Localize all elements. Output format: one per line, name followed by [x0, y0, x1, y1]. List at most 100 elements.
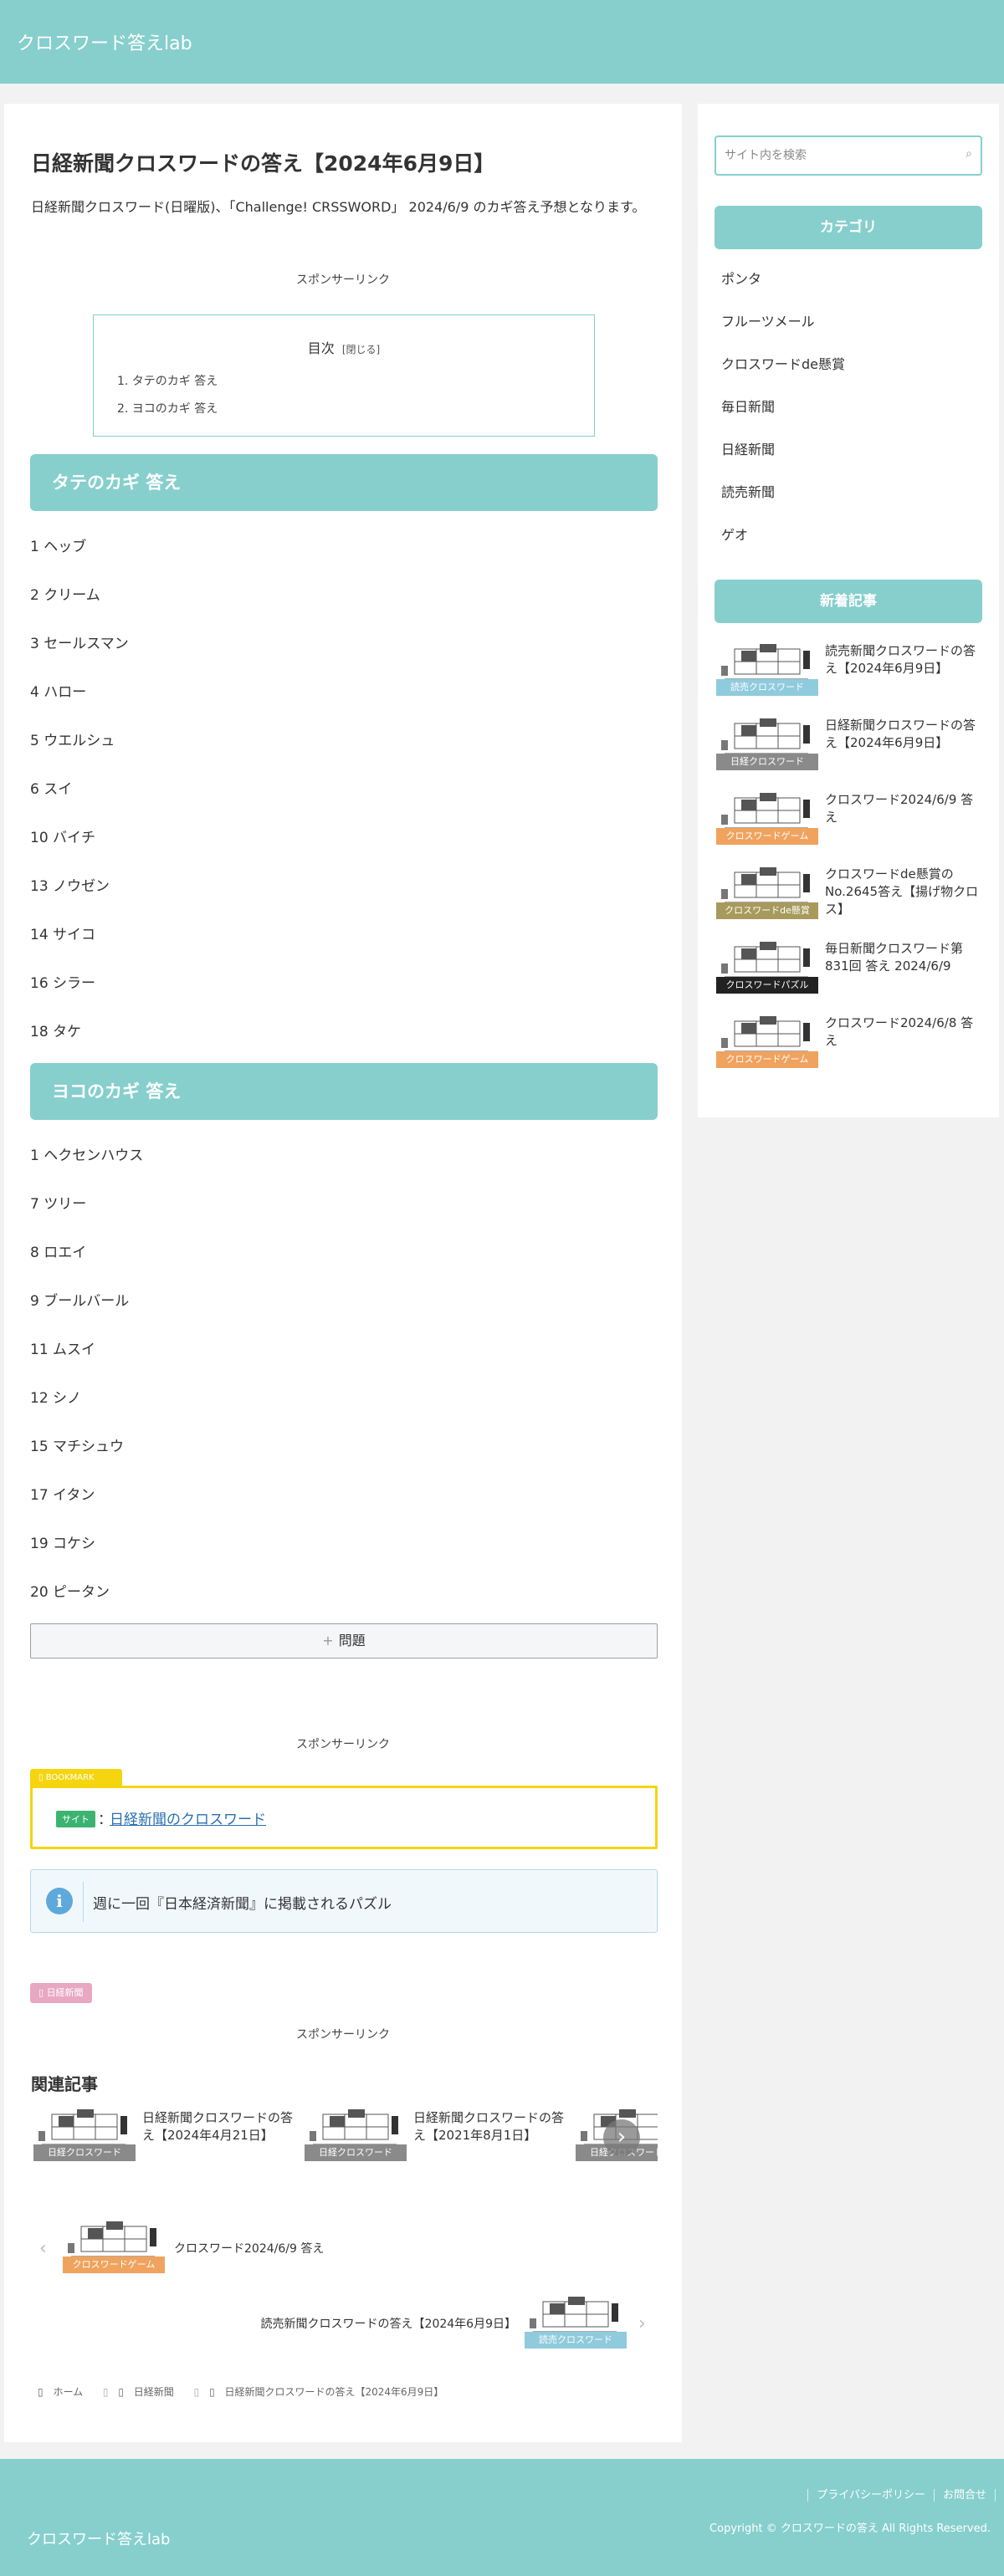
toc-title: 目次: [307, 340, 335, 356]
sidebar-category-item[interactable]: 読売新聞: [721, 483, 845, 525]
new-post-title: 読売新聞クロスワードの答え【2024年6月9日】: [825, 643, 976, 676]
toc-header: 目次 [閉じる]: [94, 337, 594, 357]
list-item: 8 ロエイ: [30, 1245, 87, 1261]
categories-heading: カテゴリ: [715, 206, 982, 249]
list-item: 17 イタン: [30, 1487, 95, 1504]
breadcrumb-current: 日経新聞クロスワードの答え【2024年6月9日】: [224, 2386, 444, 2398]
footer-site-title[interactable]: クロスワード答えlab: [27, 2527, 170, 2549]
carousel-next-button[interactable]: ›: [603, 2119, 640, 2156]
toc-toggle[interactable]: [閉じる]: [342, 344, 380, 355]
new-post-item[interactable]: クロスワードパズル 毎日新聞クロスワード第831回 答え 2024/6/9: [716, 940, 984, 1007]
new-posts-heading: 新着記事: [715, 580, 982, 623]
toc-item-tate[interactable]: 1. タテのカギ 答え: [117, 372, 218, 389]
site-footer: プライバシーポリシー お問合せ Copyright © クロスワードの答え All…: [0, 2459, 1004, 2576]
contact-link[interactable]: お問合せ: [933, 2489, 996, 2502]
thumbnail-label: クロスワードパズル: [716, 977, 818, 994]
folder-icon: ▯: [38, 1987, 47, 1998]
thumbnail-label: クロスワードゲーム: [63, 2257, 165, 2273]
list-item: 1 ヘッブ: [30, 539, 87, 555]
sidebar-category-item[interactable]: ポンタ: [721, 269, 845, 312]
next-post-link[interactable]: 読売新聞クロスワードの答え【2024年6月9日】 読売クロスワード ›: [255, 2295, 657, 2354]
sidebar-category-item[interactable]: 毎日新聞: [721, 397, 845, 440]
new-post-item[interactable]: クロスワードde懸賞 クロスワードde懸賞のNo.2645答え【揚げ物クロス】: [716, 866, 984, 933]
list-item: 1 ヘクセンハウス: [30, 1147, 144, 1164]
info-divider: [83, 1882, 84, 1922]
copyright: Copyright © クロスワードの答え All Rights Reserve…: [709, 2522, 991, 2535]
table-of-contents: 目次 [閉じる] 1. タテのカギ 答え 2. ヨコのカギ 答え: [93, 314, 595, 437]
bookmark-tab: ▯ BOOKMARK: [30, 1769, 122, 1787]
thumbnail-label: 読売クロスワード: [716, 679, 818, 696]
related-posts-title: 関連記事: [31, 2074, 98, 2094]
show-question-button[interactable]: + 問題: [30, 1623, 658, 1659]
new-post-item[interactable]: クロスワードゲーム クロスワード2024/6/8 答え: [716, 1015, 984, 1081]
info-box: i 週に一回『日本経済新聞』に掲載されるパズル: [30, 1869, 658, 1933]
category-tag-nikkei[interactable]: ▯ 日経新聞: [30, 1983, 92, 2003]
yoko-answer-list: 1 ヘクセンハウス 7 ツリー 8 ロエイ 9 ブールバール 11 ムスイ 12…: [30, 1146, 649, 1631]
breadcrumb-category[interactable]: 日経新聞: [134, 2386, 174, 2398]
list-item: 10 バイチ: [30, 830, 96, 846]
related-post-card[interactable]: 日経クロスワード 日経新聞クロスワードの答え【2024年4月21日】: [33, 2108, 300, 2166]
breadcrumb-home[interactable]: ホーム: [53, 2386, 83, 2398]
site-header: クロスワード答えlab: [0, 0, 1004, 84]
show-question-label: 問題: [338, 1633, 366, 1648]
next-post-title: 読売新聞クロスワードの答え【2024年6月9日】: [260, 2318, 516, 2331]
thumbnail-label: クロスワードde懸賞: [716, 902, 818, 919]
list-item: 11 ムスイ: [30, 1342, 96, 1358]
nikkei-crossword-link[interactable]: 日経新聞のクロスワード: [110, 1807, 266, 1828]
bookmark-icon: ▯: [38, 1773, 46, 1782]
thumbnail-label: クロスワードゲーム: [716, 1051, 818, 1068]
list-item: 2 クリーム: [30, 587, 100, 604]
new-post-title: クロスワードde懸賞のNo.2645答え【揚げ物クロス】: [825, 866, 979, 917]
chevron-right-icon: ▯: [102, 2386, 109, 2398]
new-post-item[interactable]: 日経クロスワード 日経新聞クロスワードの答え【2024年6月9日】: [716, 717, 984, 784]
search-icon[interactable]: ⌕: [966, 147, 972, 161]
thumbnail-label: クロスワードゲーム: [716, 828, 818, 845]
list-item: 4 ハロー: [30, 684, 87, 701]
thumbnail-label: 日経クロスワード: [716, 754, 818, 770]
related-post-card[interactable]: 日経クロスワード 日経新聞クロスワードの答え【2021年8月1日】: [305, 2108, 571, 2166]
bookmark-tab-label: BOOKMARK: [45, 1773, 95, 1782]
sidebar-category-item[interactable]: クロスワードde懸賞: [721, 355, 845, 397]
new-post-title: クロスワード2024/6/9 答え: [825, 792, 974, 825]
tate-answer-list: 1 ヘッブ 2 クリーム 3 セールスマン 4 ハロー 5 ウエルシュ 6 スイ…: [30, 537, 649, 1071]
new-post-title: 日経新聞クロスワードの答え【2024年6月9日】: [825, 718, 976, 750]
breadcrumb: ▯ ホーム ▯ ▯ 日経新聞 ▯ ▯ 日経新聞クロスワードの答え【2024年6月…: [38, 2384, 450, 2399]
site-badge: サイト: [56, 1811, 95, 1827]
file-icon: ▯: [209, 2386, 215, 2398]
intro-text: 日経新聞クロスワード(日曜版)、「Challenge! CRSSWORD」 20…: [31, 199, 646, 215]
prev-post-title: クロスワード2024/6/9 答え: [174, 2242, 325, 2256]
info-text: 週に一回『日本経済新聞』に掲載されるパズル: [93, 1896, 392, 1913]
sponsor-label: スポンサーリンク: [296, 1738, 390, 1751]
thumbnail-label: 読売クロスワード: [525, 2332, 627, 2349]
list-item: 9 ブールバール: [30, 1293, 130, 1310]
sidebar-category-item[interactable]: フルーツメール: [721, 312, 845, 355]
sidebar-category-item[interactable]: ゲオ: [721, 525, 845, 568]
new-post-title: 毎日新聞クロスワード第831回 答え 2024/6/9: [825, 941, 964, 974]
new-post-item[interactable]: 読売クロスワード 読売新聞クロスワードの答え【2024年6月9日】: [716, 642, 984, 709]
search-input[interactable]: [725, 146, 950, 166]
sponsor-label: スポンサーリンク: [296, 2028, 390, 2042]
sidebar: ⌕ カテゴリ ポンタ フルーツメール クロスワードde懸賞 毎日新聞 日経新聞 …: [698, 104, 999, 1117]
section-heading-tate: タテのカギ 答え: [30, 454, 658, 511]
info-icon: i: [46, 1888, 73, 1914]
list-item: 13 ノウゼン: [30, 878, 110, 895]
sidebar-category-item[interactable]: 日経新聞: [721, 440, 845, 483]
list-item: 19 コケシ: [30, 1536, 96, 1552]
privacy-policy-link[interactable]: プライバシーポリシー: [807, 2489, 934, 2502]
chevron-right-icon: ›: [638, 2313, 646, 2334]
list-item: 12 シノ: [30, 1390, 82, 1407]
list-item: 5 ウエルシュ: [30, 733, 115, 749]
list-item: 3 セールスマン: [30, 636, 129, 652]
prev-post-link[interactable]: ‹ クロスワードゲーム クロスワード2024/6/9 答え: [38, 2220, 372, 2278]
related-post-title: 日経新聞クロスワードの答え【2021年8月1日】: [413, 2110, 565, 2143]
toc-item-yoko[interactable]: 2. ヨコのカギ 答え: [117, 400, 218, 417]
thumbnail-label: 日経クロスワード: [33, 2144, 136, 2161]
chevron-right-icon: ▯: [193, 2386, 200, 2398]
new-post-item[interactable]: クロスワードゲーム クロスワード2024/6/9 答え: [716, 791, 984, 858]
related-post-title: 日経新聞クロスワードの答え【2024年4月21日】: [142, 2110, 294, 2143]
list-item: 16 シラー: [30, 975, 96, 992]
plus-icon: +: [322, 1633, 334, 1648]
category-list: ポンタ フルーツメール クロスワードde懸賞 毎日新聞 日経新聞 読売新聞 ゲオ: [721, 269, 845, 568]
main-article: 日経新聞クロスワードの答え【2024年6月9日】 日経新聞クロスワード(日曜版)…: [4, 104, 682, 2442]
site-title-link[interactable]: クロスワード答えlab: [17, 28, 192, 55]
